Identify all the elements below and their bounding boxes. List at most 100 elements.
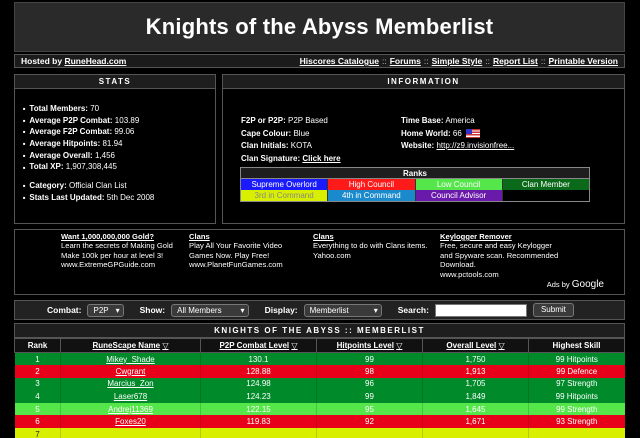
cell-highest-skill: 99 Hitpoints [528,390,625,403]
printable-version-link[interactable]: Printable Version [549,56,618,66]
clan-signature: Clan Signature: Click here [241,153,341,163]
report-list-link[interactable]: Report List [493,56,538,66]
cell-overall [422,428,529,438]
information-title: INFORMATION [223,75,624,89]
stat-avg-p2p-combat: Average P2P Combat: 103.89 [23,115,215,127]
ad-clans-games[interactable]: Clans Play All Your Favorite Video Games … [189,232,283,270]
cell-combat: 119.83 [200,415,317,429]
cell-rank: 3 [14,377,61,391]
signature-link[interactable]: Click here [302,154,340,163]
cell-highest-skill: 99 Defence [528,365,625,378]
cell-highest-skill: 93 Strength [528,415,625,429]
runehead-link[interactable]: RuneHead.com [64,56,126,66]
ads-by-google[interactable]: Ads by Google [547,279,604,290]
col-overall[interactable]: Overall Level ▽ [422,338,529,353]
cell-hitpoints: 99 [316,352,423,366]
simple-style-link[interactable]: Simple Style [432,56,483,66]
combat-select[interactable]: P2P [87,303,124,317]
hosted-prefix: Hosted by [21,56,63,66]
display-select[interactable]: Memberlist [303,303,382,317]
col-highest-skill: Highest Skill [528,338,625,353]
website: Website: http://z9.invisionfree... [401,141,515,150]
table-row: 4 Laser678 124.23 99 1,849 99 Hitpoints [14,390,625,403]
rank-swatch: High Council [328,179,416,190]
stat-avg-overall: Average Overall: 1,456 [23,150,215,162]
stat-category: Category: Official Clan List [23,180,215,192]
ranks-row: 3rd in Command 4th in Command Council Advi… [241,190,589,201]
website-link[interactable]: http://z9.invisionfree... [436,141,514,150]
cell-overall: 1,671 [422,415,529,429]
rank-swatch [502,190,589,201]
cell-name[interactable]: Marcius_Zon [60,377,201,391]
cell-rank: 7 [14,428,61,438]
sort-arrow-icon: ▽ [498,341,505,350]
table-row: 1 Mikey_Shade 130.1 99 1,750 99 Hitpoints [14,352,625,366]
table-header-row: Rank RuneScape Name ▽ P2P Combat Level ▽… [14,338,625,353]
table-row: 2 Cwgrant 128.88 98 1,913 99 Defence [14,365,625,378]
cell-name[interactable]: Laser678 [60,390,201,403]
rank-swatch: Council Advisor [415,190,503,201]
cell-name[interactable]: Cwgrant [60,365,201,378]
show-select[interactable]: All Members [171,303,249,317]
member-name-link[interactable]: Cwgrant [116,367,146,376]
cell-name[interactable]: Foxes20 [60,415,201,429]
nav-separator: :: [540,56,546,66]
ad-keylogger[interactable]: Keylogger Remover Free, secure and easy … [440,232,558,279]
cell-rank: 1 [14,352,61,366]
cell-name[interactable] [60,428,201,438]
page-header: Knights of the Abyss Memberlist [14,2,625,52]
member-name-link[interactable]: Marcius_Zon [107,379,153,388]
cell-combat [200,428,317,438]
show-label: Show: [139,305,166,315]
memberlist-table: Rank RuneScape Name ▽ P2P Combat Level ▽… [14,338,625,438]
cell-hitpoints [316,428,423,438]
cell-name[interactable]: Andrej11369 [60,402,201,416]
stat-total-xp: Total XP: 1,907,308,445 [23,161,215,173]
ad-gold[interactable]: Want 1,000,000,000 Gold? Learn the secre… [61,232,173,270]
submit-button[interactable]: Submit [532,303,574,317]
search-input[interactable] [434,303,527,317]
member-name-link[interactable]: Mikey_Shade [106,355,154,364]
stat-avg-hitpoints: Average Hitpoints: 81.94 [23,138,215,150]
cell-combat: 128.88 [200,365,317,378]
hiscores-catalogue-link[interactable]: Hiscores Catalogue [300,56,379,66]
cell-highest-skill [528,428,625,438]
ad-clans-yahoo[interactable]: Clans Everything to do with Clans items.… [313,232,427,260]
memberlist-title: KNIGHTS OF THE ABYSS :: MEMBERLIST [14,323,625,338]
member-name-link[interactable]: Andrej11369 [108,405,153,414]
memberlist: KNIGHTS OF THE ABYSS :: MEMBERLIST Rank … [14,323,625,438]
us-flag-icon [466,128,481,138]
forums-link[interactable]: Forums [390,56,421,66]
rank-swatch: 4th in Command [328,190,416,201]
cell-highest-skill: 99 Strength [528,402,625,416]
ads-panel: Want 1,000,000,000 Gold? Learn the secre… [14,229,625,295]
member-name-link[interactable]: Laser678 [114,392,147,401]
filter-bar: Combat: P2P Show: All Members Display: M… [14,300,625,320]
col-name[interactable]: RuneScape Name ▽ [60,338,201,353]
col-combat[interactable]: P2P Combat Level ▽ [200,338,317,353]
col-rank: Rank [14,338,61,353]
combat-label: Combat: [47,305,82,315]
clan-initials: Clan Initials: KOTA [241,141,312,150]
cell-hitpoints: 92 [316,415,423,429]
sort-arrow-icon: ▽ [162,341,169,350]
ranks-legend: Ranks Supreme Overlord High Council Low Co… [240,167,590,202]
stats-title: STATS [15,75,215,89]
cell-combat: 130.1 [200,352,317,366]
nav-separator: :: [382,56,387,66]
member-name-link[interactable]: Foxes20 [115,417,146,426]
cell-hitpoints: 98 [316,365,423,378]
cell-name[interactable]: Mikey_Shade [60,352,201,366]
navbar: Hosted by RuneHead.com Hiscores Catalogu… [14,54,625,68]
cell-combat: 122.15 [200,402,317,416]
cell-rank: 5 [14,402,61,416]
cell-hitpoints: 95 [316,402,423,416]
nav-separator: :: [485,56,490,66]
ranks-title: Ranks [241,168,589,179]
time-base: Time Base: America [401,116,475,125]
cell-overall: 1,750 [422,352,529,366]
col-hitpoints[interactable]: Hitpoints Level ▽ [316,338,423,353]
cell-overall: 1,645 [422,402,529,416]
cell-rank: 2 [14,365,61,378]
home-world: Home World: 66 [401,128,611,141]
